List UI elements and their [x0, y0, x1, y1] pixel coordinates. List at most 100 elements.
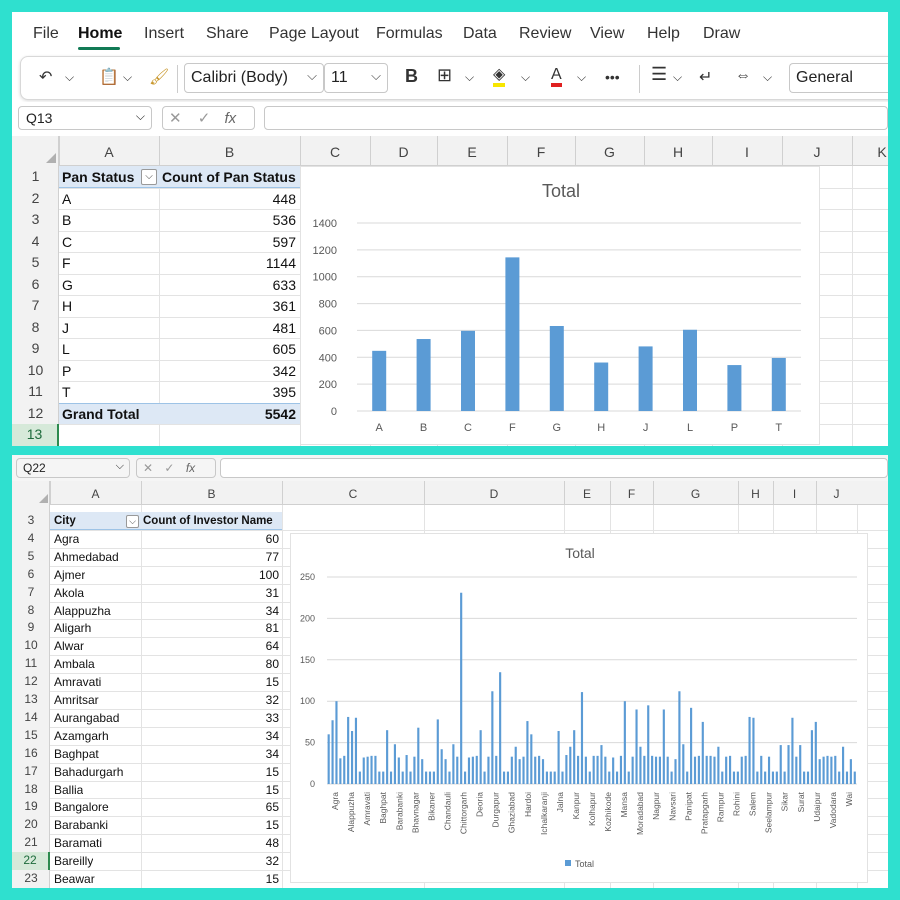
bar[interactable]: [389, 771, 393, 784]
bar[interactable]: [799, 745, 802, 784]
bar[interactable]: [580, 692, 584, 784]
bar[interactable]: [573, 730, 576, 784]
pivot-row-value[interactable]: 81: [143, 621, 279, 635]
bar-l[interactable]: [683, 329, 697, 411]
pivot-row-value[interactable]: 633: [162, 277, 296, 293]
pivot-row-label[interactable]: Alappuzha: [54, 604, 111, 618]
row-header-4[interactable]: 4: [12, 530, 50, 548]
pivot-row-value[interactable]: 15: [143, 675, 279, 689]
pivot-row-value[interactable]: 15: [143, 872, 279, 886]
bar[interactable]: [588, 771, 591, 784]
undo-dropdown-chevron-icon[interactable]: ⌵: [65, 70, 74, 85]
bar[interactable]: [783, 771, 786, 784]
bar[interactable]: [713, 756, 716, 784]
pivot-row-value[interactable]: 100: [143, 568, 279, 582]
bar[interactable]: [417, 727, 420, 784]
row-header-1[interactable]: 1: [12, 166, 59, 188]
column-header-d[interactable]: D: [424, 487, 564, 501]
name-box[interactable]: Q13 ⌵: [18, 106, 152, 130]
pivot-row-label[interactable]: Azamgarh: [54, 729, 109, 743]
tab-page-layout[interactable]: Page Layout: [269, 25, 359, 43]
pivot-row-value[interactable]: 64: [143, 639, 279, 653]
row-header-17[interactable]: 17: [12, 763, 50, 781]
bar[interactable]: [834, 755, 837, 784]
column-header-b[interactable]: B: [141, 487, 282, 501]
row-header-9[interactable]: 9: [12, 619, 50, 637]
merge-dropdown-chevron-icon[interactable]: ⌵: [763, 70, 772, 85]
grand-total-value[interactable]: 5542: [162, 406, 296, 422]
pivot-row-value[interactable]: 536: [162, 212, 296, 228]
bar[interactable]: [838, 771, 841, 784]
bar[interactable]: [382, 771, 385, 784]
bar[interactable]: [705, 755, 708, 784]
pivot-row-value[interactable]: 65: [143, 800, 279, 814]
pivot-row-label[interactable]: Ambala: [54, 657, 95, 671]
pivot-row-value[interactable]: 15: [143, 818, 279, 832]
bar-g[interactable]: [549, 325, 564, 411]
bar[interactable]: [830, 756, 833, 784]
row-header-6[interactable]: 6: [12, 566, 50, 584]
tab-share[interactable]: Share: [206, 25, 249, 43]
bar[interactable]: [639, 746, 642, 784]
bar[interactable]: [635, 709, 638, 784]
investor-city-chart[interactable]: Total 0 50 100 150 200 250 Agra Alappuzha Amravat…: [290, 533, 868, 883]
bar[interactable]: [467, 757, 471, 784]
bar[interactable]: [760, 755, 763, 784]
pivot-row-label[interactable]: A: [62, 191, 71, 207]
column-header-h[interactable]: H: [738, 487, 773, 501]
bar[interactable]: [510, 756, 513, 784]
bar[interactable]: [483, 771, 486, 784]
column-header-f[interactable]: F: [610, 487, 653, 501]
bar[interactable]: [343, 755, 346, 784]
pan-status-chart[interactable]: Total 0 200 400 600 800 1000 1200 1400 A B C F G H J L P T: [300, 166, 820, 445]
pivot-row-value[interactable]: 342: [162, 363, 296, 379]
bar[interactable]: [604, 756, 607, 784]
fill-color-icon[interactable]: ◈: [493, 67, 506, 87]
row-header-20[interactable]: 20: [12, 816, 50, 834]
bar[interactable]: [452, 744, 455, 784]
bar[interactable]: [514, 746, 517, 784]
column-header-k[interactable]: K: [852, 144, 888, 160]
pivot-row-label[interactable]: Bahadurgarh: [54, 765, 123, 779]
bar[interactable]: [421, 759, 424, 784]
tab-view[interactable]: View: [590, 25, 624, 43]
bar[interactable]: [530, 734, 533, 784]
bar[interactable]: [432, 771, 435, 784]
pivot-row-value[interactable]: 481: [162, 320, 296, 336]
row-header-11[interactable]: 11: [12, 381, 59, 403]
column-header-i[interactable]: I: [712, 144, 782, 160]
bar[interactable]: [413, 756, 416, 784]
borders-icon[interactable]: ⊞: [437, 65, 452, 86]
row-header-13[interactable]: 13: [12, 691, 50, 709]
bar[interactable]: [725, 756, 728, 784]
bar[interactable]: [436, 719, 439, 784]
bar[interactable]: [553, 771, 556, 784]
pivot-row-label[interactable]: Amravati: [54, 675, 101, 689]
bar[interactable]: [612, 757, 615, 784]
bar[interactable]: [678, 691, 681, 784]
formula-input[interactable]: [264, 106, 888, 130]
pivot-row-value[interactable]: 60: [143, 532, 279, 546]
bar[interactable]: [370, 755, 373, 784]
row-header-7[interactable]: 7: [12, 584, 50, 602]
more-options-icon[interactable]: •••: [605, 69, 620, 85]
pivot-row-label[interactable]: Bareilly: [54, 854, 93, 868]
bar-a[interactable]: [372, 350, 387, 411]
bar[interactable]: [709, 755, 712, 784]
column-header-j[interactable]: J: [816, 487, 857, 501]
column-header-g[interactable]: G: [575, 144, 644, 160]
bar[interactable]: [374, 755, 377, 784]
bar[interactable]: [740, 756, 743, 784]
column-header-e[interactable]: E: [437, 144, 507, 160]
bar[interactable]: [331, 720, 334, 784]
bar[interactable]: [654, 756, 658, 784]
font-color-dropdown-chevron-icon[interactable]: ⌵: [577, 70, 586, 85]
row-header-10[interactable]: 10: [12, 360, 59, 382]
bar[interactable]: [549, 771, 552, 784]
pivot-row-value[interactable]: 34: [143, 747, 279, 761]
tab-home[interactable]: Home: [78, 25, 122, 43]
font-size-select[interactable]: 11 ⌵: [324, 63, 388, 93]
bar[interactable]: [849, 759, 852, 784]
column-header-c[interactable]: C: [300, 144, 370, 160]
enter-check-icon[interactable]: ✓: [198, 110, 211, 127]
